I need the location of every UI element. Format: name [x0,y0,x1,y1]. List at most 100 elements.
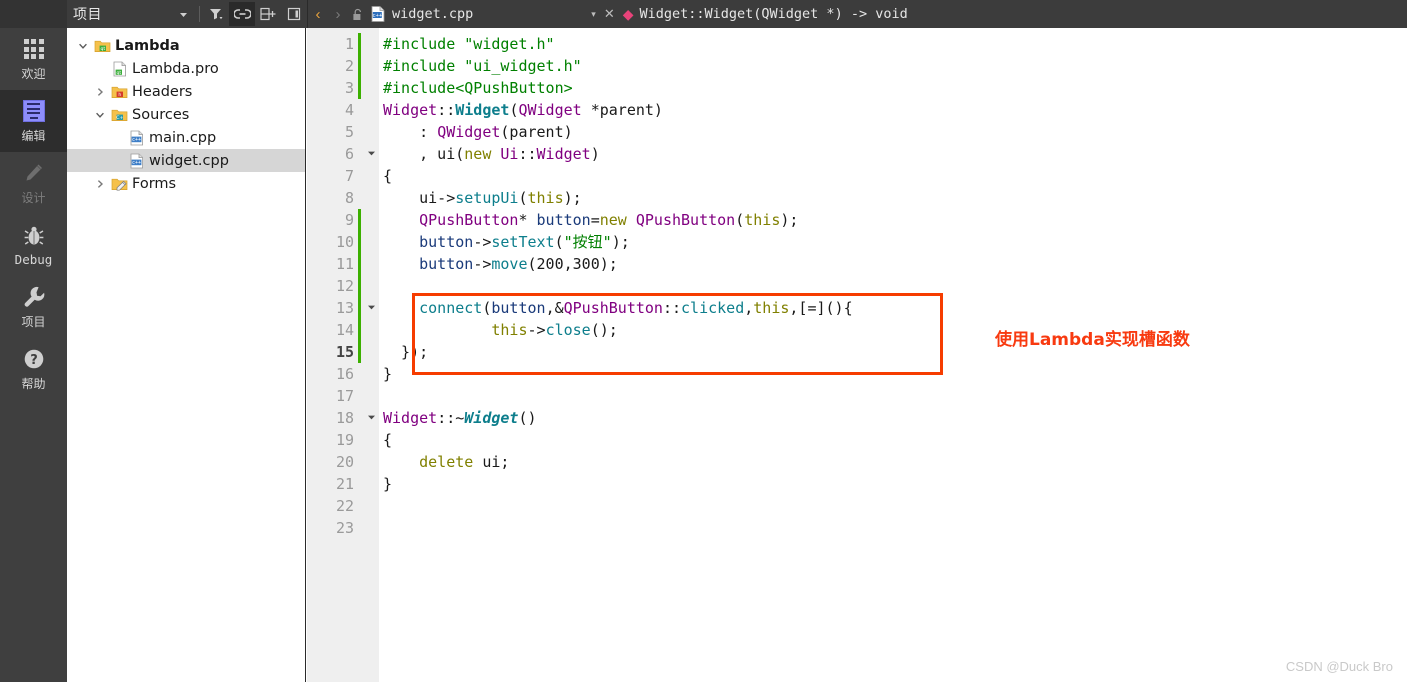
code-line[interactable]: } [379,363,1407,385]
code-line[interactable] [379,385,1407,407]
code-line[interactable]: button->move(200,300); [379,253,1407,275]
line-number: 4 [344,101,354,119]
code-token: Widget [455,101,510,119]
chevron-down-icon[interactable] [75,41,91,51]
code-token: ); [563,189,582,207]
code-token: this [744,211,781,229]
gutter-line: 18 [307,407,379,429]
document-lines-icon [22,98,45,124]
code-line[interactable]: #include "widget.h" [379,33,1407,55]
tab-dropdown-icon[interactable]: ▾ [591,9,596,20]
gutter-line: 23 [307,517,379,539]
tree-item-main-cpp[interactable]: c++ main.cpp [67,126,305,149]
code-line-text: delete ui; [383,451,509,473]
code-line[interactable]: Widget::~Widget() [379,407,1407,429]
open-file-name[interactable]: widget.cpp [392,6,473,22]
code-line[interactable]: button->setText("按钮"); [379,231,1407,253]
code-line[interactable] [379,517,1407,539]
code-line[interactable]: { [379,429,1407,451]
line-change-marker [358,55,361,77]
mode-design[interactable]: 设计 [0,152,67,214]
tree-item-sources[interactable]: C+ Sources [67,103,305,126]
code-line[interactable]: }); [379,341,1407,363]
editor-tabbar: ‹ › c++ widget.cpp ▾ ✕ ◆ Widget::Widget(… [307,0,1407,28]
code-line[interactable]: ui->setupUi(this); [379,187,1407,209]
line-number: 7 [344,167,354,185]
code-line[interactable] [379,495,1407,517]
code-line-text: { [383,165,392,187]
fold-toggle-icon[interactable] [365,407,377,429]
mode-projects[interactable]: 项目 [0,276,67,338]
split-add-icon[interactable] [255,2,281,26]
chevron-right-icon[interactable] [92,179,108,189]
mode-help[interactable]: ? 帮助 [0,338,67,400]
pencil-icon [22,160,46,186]
code-line[interactable]: , ui(new Ui::Widget) [379,143,1407,165]
code-token: ui-> [383,189,456,207]
code-token: (parent) [500,123,573,141]
navigate-forward-icon[interactable]: › [328,6,348,23]
close-icon[interactable]: ✕ [604,6,615,22]
line-number: 2 [344,57,354,75]
tree-item-headers[interactable]: h Headers [67,80,305,103]
editor-code-area[interactable]: #include "widget.h" #include "ui_widget.h… [379,28,1407,682]
code-line[interactable]: } [379,473,1407,495]
current-symbol-label[interactable]: Widget::Widget(QWidget *) -> void [640,6,908,22]
line-number: 8 [344,189,354,207]
code-line[interactable]: connect(button,&QPushButton::clicked,thi… [379,297,1407,319]
mode-edit[interactable]: 编辑 [0,90,67,152]
fold-toggle-icon[interactable] [365,143,377,165]
code-line-text: { [383,429,392,451]
code-line-text: button->move(200,300); [383,253,618,275]
unlock-icon[interactable] [348,8,368,21]
code-token: close [545,321,591,339]
code-editor[interactable]: #include "widget.h" #include "ui_widget.h… [307,28,1407,682]
line-number: 17 [335,387,354,405]
code-line[interactable]: QPushButton* button=new QPushButton(this… [379,209,1407,231]
tree-item-forms[interactable]: Forms [67,172,305,195]
code-token: Widget [383,101,438,119]
code-token: "按钮" [563,233,612,251]
line-number: 19 [335,431,354,449]
code-token: connect [419,299,483,317]
code-line[interactable]: this->close(); [379,319,1407,341]
project-tree-panel[interactable]: qt Lambda qt Lambda.pro h Headers C+ Sources c++… [67,28,306,682]
code-token: move [491,255,528,273]
mode-welcome[interactable]: 欢迎 [0,28,67,90]
code-line-text: #include "ui_widget.h" [383,55,582,77]
chevron-right-icon[interactable] [92,87,108,97]
tree-item-widget-cpp[interactable]: c++ widget.cpp [67,149,305,172]
navigate-back-icon[interactable]: ‹ [308,6,328,23]
close-panel-icon[interactable] [281,2,307,26]
code-line[interactable]: { [379,165,1407,187]
code-line[interactable]: delete ui; [379,451,1407,473]
line-change-marker [358,319,361,341]
code-line[interactable]: : QWidget(parent) [379,121,1407,143]
fold-toggle-icon[interactable] [365,297,377,319]
qt-project-folder-icon: qt [91,38,113,54]
line-number: 22 [335,497,354,515]
code-line-text: } [383,363,392,385]
code-token: #include [383,79,456,97]
mode-help-label: 帮助 [21,377,46,391]
code-line[interactable]: Widget::Widget(QWidget *parent) [379,99,1407,121]
code-line[interactable] [379,275,1407,297]
line-number: 1 [344,35,354,53]
tree-item-lambda-pro[interactable]: qt Lambda.pro [67,57,305,80]
chevron-down-icon[interactable] [170,2,196,26]
mode-debug[interactable]: Debug [0,214,67,276]
tree-item-lambda[interactable]: qt Lambda [67,34,305,57]
filter-icon[interactable] [203,2,229,26]
svg-text:qt: qt [100,46,105,52]
code-token: ( [735,211,745,229]
code-token: QWidget [518,101,582,119]
project-panel-title: 项目 [73,7,102,23]
chevron-down-icon[interactable] [92,110,108,120]
link-icon[interactable] [229,2,255,26]
code-token: this [753,299,790,317]
code-line[interactable]: #include "ui_widget.h" [379,55,1407,77]
code-line[interactable]: #include<QPushButton> [379,77,1407,99]
